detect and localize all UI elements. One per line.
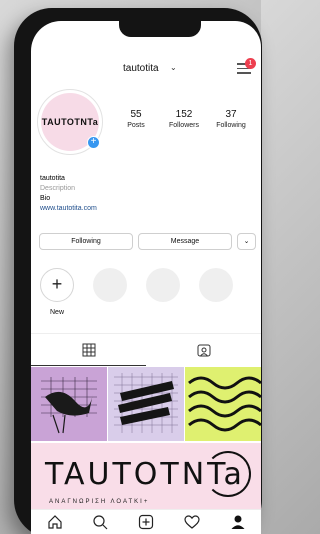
top-bar: tautotita ⌄ 1 (31, 58, 261, 79)
message-button[interactable]: Message (138, 233, 232, 250)
profile-name: tautotita (40, 175, 65, 182)
stat-label: Followers (169, 122, 199, 129)
stat-followers[interactable]: 152 Followers (159, 109, 209, 129)
stat-posts[interactable]: 55 Posts (111, 109, 161, 129)
profile-bio: tautotita Description Bio www.tautotita.… (40, 174, 97, 214)
chevron-down-icon[interactable]: ⌄ (170, 63, 177, 72)
post-artwork (114, 373, 178, 433)
home-icon (48, 515, 62, 529)
story-highlights: + New (31, 268, 261, 318)
highlight-placeholder[interactable] (93, 268, 127, 302)
stat-label: Posts (127, 122, 145, 129)
stat-value: 55 (130, 109, 142, 120)
post-thumbnail[interactable] (31, 367, 107, 441)
nav-activity[interactable] (184, 514, 200, 530)
heart-icon (184, 515, 200, 529)
highlight-placeholder[interactable] (146, 268, 180, 302)
stat-label: Following (216, 122, 246, 129)
profile-bio-text: Bio (40, 195, 51, 202)
chevron-down-icon: ⌄ (243, 238, 250, 245)
nav-home[interactable] (47, 514, 63, 530)
stat-following[interactable]: 37 Following (206, 109, 256, 129)
nav-profile[interactable] (230, 514, 246, 530)
profile-tabs (31, 333, 261, 366)
plus-icon: + (51, 274, 63, 294)
notification-badge: 1 (245, 58, 256, 69)
search-icon (93, 515, 108, 530)
phone-notch (119, 21, 201, 37)
nav-create-post[interactable] (138, 514, 154, 530)
following-button[interactable]: Following (39, 233, 133, 250)
username-switcher[interactable]: tautotita (123, 63, 159, 74)
profile-description: Description (40, 185, 76, 192)
post-artwork (188, 376, 261, 432)
grid-icon (82, 343, 95, 356)
new-highlight-button[interactable]: + (40, 268, 74, 302)
avatar-logo-text: TAUTOTNTa (41, 117, 99, 127)
highlight-placeholder[interactable] (199, 268, 233, 302)
stat-value: 152 (175, 109, 193, 120)
nav-search[interactable] (92, 514, 108, 530)
profile-icon (231, 515, 245, 529)
profile-website-link[interactable]: www.tautotita.com (40, 204, 97, 214)
banner-subtitle: ΑΝΑΓΝΩΡΙΣΗ ΛΟΑΤΚΙ+ (49, 499, 150, 505)
tab-tagged[interactable] (146, 334, 261, 366)
suggestions-dropdown-button[interactable]: ⌄ (237, 233, 256, 250)
banner-logo-ring (205, 451, 251, 497)
tagged-person-icon (197, 344, 210, 357)
post-thumbnail[interactable] (185, 367, 261, 441)
plus-icon[interactable]: + (87, 136, 100, 149)
post-artwork (41, 377, 97, 434)
banner-post[interactable]: TAUTOTNTa ΑΝΑΓΝΩΡΙΣΗ ΛΟΑΤΚΙ+ (31, 443, 261, 509)
post-thumbnail[interactable] (108, 367, 184, 441)
tab-posts-grid[interactable] (31, 334, 146, 366)
add-post-icon (138, 514, 154, 530)
stat-value: 37 (225, 109, 237, 120)
new-highlight-label: New (50, 309, 65, 316)
bottom-navigation (31, 509, 261, 534)
app-screen: tautotita ⌄ 1 TAUTOTNTa + 55 Posts 152 F… (31, 21, 261, 534)
